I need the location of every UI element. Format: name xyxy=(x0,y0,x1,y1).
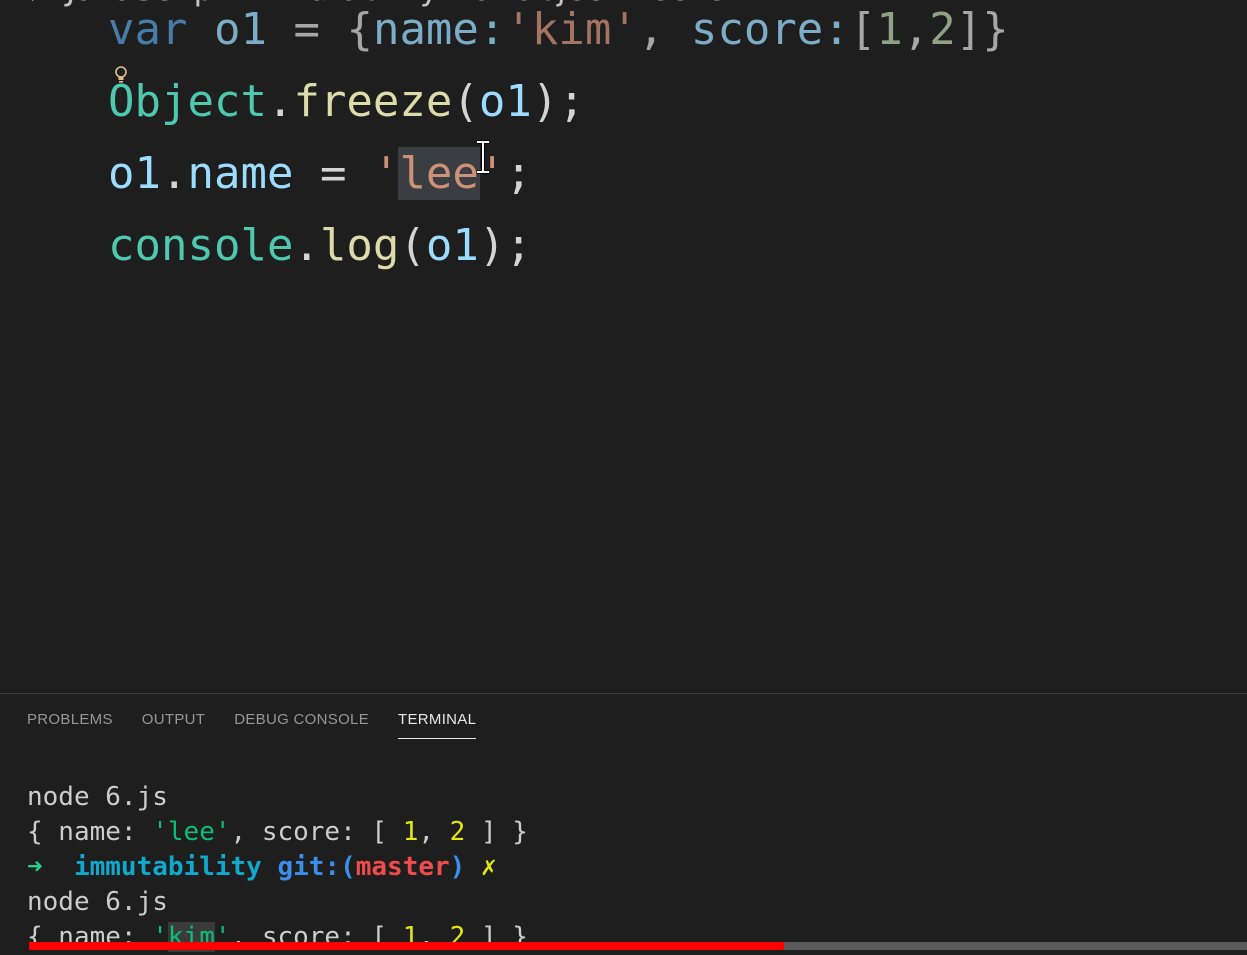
token-dot: . xyxy=(160,148,188,199)
token-quote: ' xyxy=(372,148,400,199)
token-dot: . xyxy=(293,220,320,271)
prompt-directory: immutability xyxy=(73,852,262,882)
code-line-3[interactable]: o1.name = 'lee'; xyxy=(108,144,532,204)
tab-terminal[interactable]: TERMINAL xyxy=(398,711,477,739)
token-operator: = xyxy=(293,148,373,199)
token-brace: } xyxy=(982,4,1009,55)
term-number: 1 xyxy=(402,817,419,847)
prompt-git-close: ) xyxy=(449,852,466,882)
tab-problems[interactable]: PROBLEMS xyxy=(27,711,113,739)
token-brace: { xyxy=(346,4,373,55)
token-property: score: xyxy=(690,4,850,55)
token-dot: . xyxy=(266,76,294,127)
token-string: 'kim' xyxy=(505,4,638,55)
code-line-1[interactable]: var o1 = {name:'kim', score:[1,2]} xyxy=(108,0,1009,60)
video-progress-bar[interactable] xyxy=(29,942,1247,950)
token-bracket: [ xyxy=(849,4,877,55)
token-comma: , xyxy=(902,4,930,55)
term-number: 2 xyxy=(449,817,466,847)
token-operator: = xyxy=(266,4,347,55)
terminal-command: node 6.js xyxy=(27,782,168,812)
term-string: 'lee' xyxy=(152,817,231,847)
terminal-prompt: ➜ immutability git:(master) ✗ xyxy=(27,850,528,885)
token-bracket: ] xyxy=(955,4,983,55)
prompt-dirty-icon: ✗ xyxy=(480,852,497,882)
play-icon xyxy=(32,0,48,1)
token-variable: o1 xyxy=(108,148,161,199)
terminal-output[interactable]: node 6.js{ name: 'lee', score: [ 1, 2 ] … xyxy=(27,780,528,955)
text-cursor-icon xyxy=(477,140,489,174)
terminal-command: node 6.js xyxy=(27,887,168,917)
term-text: ] } xyxy=(465,817,528,847)
prompt-branch: master xyxy=(355,852,450,882)
token-variable: o1 xyxy=(478,76,532,127)
term-text: , xyxy=(418,817,450,847)
terminal-line-cmd2: node 6.js xyxy=(27,885,528,920)
token-property: name xyxy=(187,148,294,199)
token-property: name: xyxy=(372,4,506,55)
terminal-line-out1: { name: 'lee', score: [ 1, 2 ] } xyxy=(27,815,528,850)
token-paren: ( xyxy=(399,220,426,271)
token-paren: ); xyxy=(531,76,585,127)
token-function: freeze xyxy=(293,76,453,127)
prompt-git: git:( xyxy=(277,852,356,882)
token-variable: o1 xyxy=(425,220,479,271)
token-number: 2 xyxy=(929,4,956,55)
token-function: log xyxy=(319,220,400,271)
token-comma: , xyxy=(637,4,691,55)
token-number: 1 xyxy=(876,4,903,55)
term-text: { name: xyxy=(27,817,153,847)
code-line-2[interactable]: Object.freeze(o1); xyxy=(108,72,585,132)
token-object: console xyxy=(108,220,294,271)
token-class: Object xyxy=(108,76,267,127)
code-editor[interactable]: JavaScript immutability - 6. Object.free… xyxy=(0,0,1247,693)
video-progress-fill xyxy=(29,942,785,950)
panel-tabs: PROBLEMS OUTPUT DEBUG CONSOLE TERMINAL xyxy=(27,711,477,739)
token-paren: ); xyxy=(478,220,532,271)
token-paren: ( xyxy=(452,76,479,127)
token-keyword: var xyxy=(108,4,188,55)
prompt-arrow-icon: ➜ xyxy=(27,852,43,882)
selected-text[interactable]: lee xyxy=(398,147,480,200)
token-variable: o1 xyxy=(213,4,267,55)
term-text: , score: [ xyxy=(230,817,403,847)
terminal-line-cmd1: node 6.js xyxy=(27,780,528,815)
code-line-4[interactable]: console.log(o1); xyxy=(108,216,532,276)
tab-debug-console[interactable]: DEBUG CONSOLE xyxy=(234,711,369,739)
tab-output[interactable]: OUTPUT xyxy=(142,711,205,739)
bottom-panel: PROBLEMS OUTPUT DEBUG CONSOLE TERMINAL n… xyxy=(0,693,1247,952)
token-semicolon: ; xyxy=(505,148,532,199)
